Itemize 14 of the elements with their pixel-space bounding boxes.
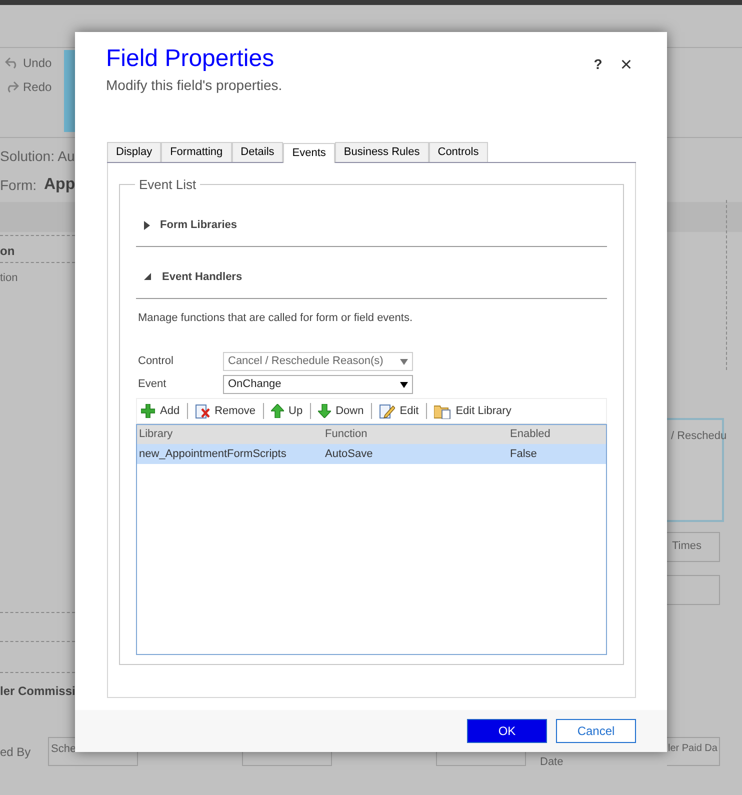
solution-label: Solution: Au	[0, 147, 75, 166]
description-text: Manage functions that are called for form or field events.	[138, 310, 414, 326]
field-label: ed By	[0, 744, 31, 761]
form-name: App	[44, 175, 76, 195]
field-label: Event	[138, 377, 168, 392]
dialog-subtitle: Modify this field's properties.	[106, 76, 282, 95]
field-label: Control	[138, 354, 174, 370]
column-header: on	[0, 243, 15, 260]
section-title: ler Commissi	[0, 683, 76, 700]
form-label: Form:	[0, 176, 37, 195]
fieldset-legend: Event List	[135, 175, 200, 194]
field-label: Date	[540, 755, 564, 770]
dialog-title: Field Properties	[106, 44, 276, 74]
field-hint: tion	[0, 271, 18, 286]
